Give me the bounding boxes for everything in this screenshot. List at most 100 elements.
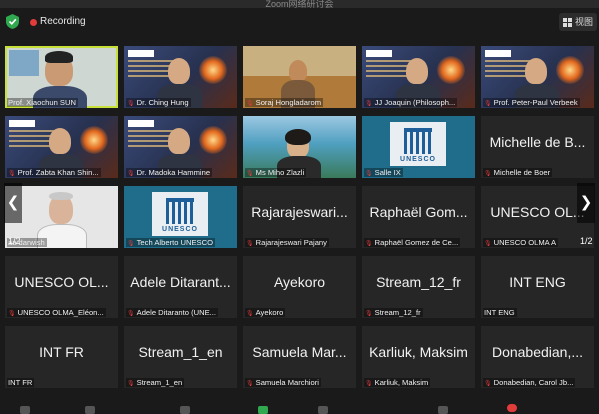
participant-name-label: 🎙 Rajarajeswari Pajany xyxy=(245,238,329,247)
recording-label[interactable]: Recording xyxy=(40,16,86,27)
participant-tile[interactable]: Michelle de B... 🎙 Michelle de Boer xyxy=(481,116,594,178)
logo-text: UNESCO xyxy=(400,156,436,163)
shield-icon[interactable] xyxy=(6,14,19,29)
view-button[interactable]: 视图 xyxy=(559,13,597,31)
participant-name-label: 🎙 Dr. Ching Hung xyxy=(126,98,191,107)
chevron-right-icon: ❯ xyxy=(579,194,593,211)
participant-name-label: 🎙 Dr. Madoka Hammine xyxy=(126,168,213,177)
slide-flare xyxy=(199,56,227,84)
record-icon[interactable] xyxy=(438,406,448,414)
previous-page-button[interactable]: ❮ xyxy=(4,183,22,223)
muted-mic-icon: 🎙 xyxy=(246,241,254,247)
muted-mic-icon: 🎙 xyxy=(127,101,135,107)
participant-tile[interactable]: UNESCO OL... 🎙 UNESCO OLMA_Eléon... xyxy=(5,256,118,318)
participant-display-name: Karliuk, Maksim xyxy=(369,344,468,360)
participant-name-text: Dr. Ching Hung xyxy=(136,98,189,107)
muted-mic-icon: 🎙 xyxy=(484,381,492,387)
participant-tile[interactable]: UNESCO 🎙 Tech Alberto UNESCO xyxy=(124,186,237,248)
participant-name-text: INT FR xyxy=(8,378,33,387)
participant-name-label: 🎙 UNESCO OLMA A xyxy=(483,238,559,247)
participant-tile[interactable]: INT FR INT FR xyxy=(5,326,118,388)
participant-tile[interactable]: Raphaël Gom... 🎙 Raphaël Gomez de Ce... xyxy=(362,186,475,248)
participant-name-text: INT ENG xyxy=(484,308,515,317)
participant-tile[interactable]: 🎙 Soraj Hongladarom xyxy=(243,46,356,108)
participant-display-name: Rajarajeswari... xyxy=(251,204,348,220)
muted-mic-icon: 🎙 xyxy=(484,101,492,107)
video-icon[interactable] xyxy=(85,406,95,414)
logo-text: UNESCO xyxy=(162,226,198,233)
participant-tile[interactable]: Karliuk, Maksim 🎙 Karliuk, Maksim xyxy=(362,326,475,388)
participant-tile[interactable]: Adele Ditarant... 🎙 Adele Ditaranto (UNE..… xyxy=(124,256,237,318)
participant-tile[interactable]: Samuela Mar... 🎙 Samuela Marchiori xyxy=(243,326,356,388)
unesco-logo xyxy=(128,50,154,57)
participant-display-name: Stream_1_en xyxy=(138,344,223,360)
mic-icon[interactable] xyxy=(20,406,30,414)
temple-icon xyxy=(166,198,194,224)
participant-name-text: Dr. Madoka Hammine xyxy=(136,168,211,177)
participant-name-text: Donabedian, Carol Jb... xyxy=(493,378,574,387)
muted-mic-icon: 🎙 xyxy=(365,241,373,247)
participant-display-name: UNESCO OL... xyxy=(14,274,109,290)
share-screen-icon[interactable] xyxy=(258,406,268,414)
participant-name-label: 🎙 Donabedian, Carol Jb... xyxy=(483,378,576,387)
unesco-logo xyxy=(366,50,392,57)
participant-tile[interactable]: Donabedian,... 🎙 Donabedian, Carol Jb... xyxy=(481,326,594,388)
muted-mic-icon: 🎙 xyxy=(246,381,254,387)
participant-name-label: 🎙 JJ Joaquin (Philosoph... xyxy=(364,98,458,107)
meeting-topbar: Recording 视图 xyxy=(0,8,599,36)
participant-tile[interactable]: 🎙 Dr. Ching Hung xyxy=(124,46,237,108)
slide-flare xyxy=(556,56,584,84)
muted-mic-icon: 🎙 xyxy=(8,311,16,317)
participant-face xyxy=(49,128,71,154)
participant-display-name: Stream_12_fr xyxy=(376,274,461,290)
slide-flare xyxy=(437,56,465,84)
participant-tile[interactable]: Stream_12_fr 🎙 Stream_12_fr xyxy=(362,256,475,318)
participant-name-text: Prof. Peter-Paul Verbeek xyxy=(493,98,578,107)
muted-mic-icon: 🎙 xyxy=(127,311,135,317)
participant-name-text: Raphaël Gomez de Ce... xyxy=(374,238,459,247)
participant-tile[interactable]: 🎙 JJ Joaquin (Philosoph... xyxy=(362,46,475,108)
muted-mic-icon: 🎙 xyxy=(127,171,135,177)
next-page-button[interactable]: ❯ xyxy=(577,183,595,223)
temple-icon xyxy=(404,128,432,154)
participant-name-text: Prof. Zabta Khan Shin... xyxy=(17,168,99,177)
participant-face xyxy=(289,60,307,82)
muted-mic-icon: 🎙 xyxy=(484,171,492,177)
participant-name-text: Adele Ditaranto (UNE... xyxy=(136,308,216,317)
chat-icon[interactable] xyxy=(318,406,328,414)
participant-tile[interactable]: 🎙 Dr. Madoka Hammine xyxy=(124,116,237,178)
muted-mic-icon: 🎙 xyxy=(8,171,16,177)
participant-tile[interactable]: Rajarajeswari... 🎙 Rajarajeswari Pajany xyxy=(243,186,356,248)
participants-icon[interactable] xyxy=(180,406,190,414)
participant-tile[interactable]: Stream_1_en 🎙 Stream_1_en xyxy=(124,326,237,388)
unesco-logo xyxy=(485,50,511,57)
participant-tile[interactable]: 🎙 Prof. Zabta Khan Shin... xyxy=(5,116,118,178)
muted-mic-icon: 🎙 xyxy=(365,311,373,317)
participant-name-label: 🎙 Prof. Peter-Paul Verbeek xyxy=(483,98,580,107)
muted-mic-icon: 🎙 xyxy=(246,101,254,107)
participant-hair xyxy=(49,192,73,200)
participant-name-text: UNESCO OLMA_Eléon... xyxy=(17,308,104,317)
participant-tile[interactable]: Prof. Xiaochun SUN xyxy=(5,46,118,108)
participant-name-text: Ms Miho Zlazli xyxy=(255,168,305,177)
participant-tile[interactable]: INT ENG INT ENG xyxy=(481,256,594,318)
participant-name-label: 🎙 Stream_12_fr xyxy=(364,308,423,317)
participant-name-text: Samuela Marchiori xyxy=(255,378,319,387)
window-titlebar: Zoom网络研讨会 xyxy=(0,0,599,9)
page-indicator-right: 1/2 xyxy=(580,236,593,246)
unesco-logo xyxy=(9,120,35,127)
participant-tile[interactable]: 🎙 Prof. Peter-Paul Verbeek xyxy=(481,46,594,108)
participant-name-label: 🎙 Michelle de Boer xyxy=(483,168,553,177)
participant-tile[interactable]: 🎙 Ms Miho Zlazli xyxy=(243,116,356,178)
participant-tile[interactable]: Ayekoro 🎙 Ayekoro xyxy=(243,256,356,318)
participant-name-label: 🎙 Stream_1_en xyxy=(126,378,185,387)
participant-name-text: Karliuk, Maksim xyxy=(374,378,429,387)
participant-face xyxy=(168,128,190,154)
participant-name-text: Stream_1_en xyxy=(136,378,183,387)
notification-badge xyxy=(507,404,517,412)
participant-name-label: 🎙 Prof. Zabta Khan Shin... xyxy=(7,168,101,177)
participant-tile[interactable]: UNESCO 🎙 Salle IX xyxy=(362,116,475,178)
muted-mic-icon: 🎙 xyxy=(484,241,492,247)
participant-name-label: INT FR xyxy=(7,378,35,387)
muted-mic-icon: 🎙 xyxy=(127,381,135,387)
